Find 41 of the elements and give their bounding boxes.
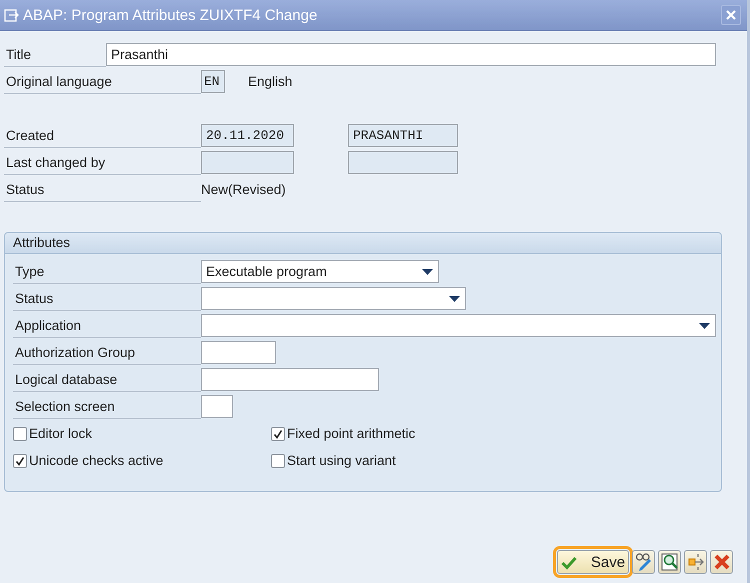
cancel-icon: [712, 553, 730, 571]
window-title: ABAP: Program Attributes ZUIXTF4 Change: [23, 6, 318, 24]
date-field: 20.11.2020: [201, 124, 294, 147]
language-field: EN: [201, 70, 225, 93]
magnifier-icon: [660, 553, 678, 571]
checkbox-label: Unicode checks active: [29, 453, 164, 468]
check-icon: [560, 554, 577, 570]
field-label: Status: [4, 178, 201, 202]
window-icon: [4, 8, 19, 22]
field-label: Last changed by: [4, 150, 201, 174]
status-value: New(Revised): [201, 182, 286, 197]
dropdown-field[interactable]: [201, 314, 716, 337]
input-field[interactable]: [201, 341, 276, 364]
user-field: PRASANTHI: [348, 124, 458, 147]
close-button[interactable]: [721, 5, 741, 25]
dropdown-arrow-icon: [699, 322, 710, 328]
input-field[interactable]: [201, 395, 233, 418]
language-name: English: [248, 74, 292, 89]
field-label: Original language: [4, 70, 201, 94]
glasses-pencil-icon: [634, 553, 652, 571]
checkbox[interactable]: [271, 426, 285, 440]
dropdown-arrow-icon: [449, 296, 460, 302]
checkbox-label: Editor lock: [29, 426, 92, 441]
cancel-button[interactable]: [710, 550, 733, 574]
field-label: Created: [4, 124, 201, 148]
transfer-icon: [686, 553, 704, 571]
checkbox[interactable]: [271, 454, 285, 468]
glasses-button[interactable]: [632, 550, 655, 574]
find-button[interactable]: [658, 550, 681, 574]
checkbox-label: Start using variant: [287, 453, 396, 468]
dropdown-arrow-icon: [422, 268, 433, 274]
title-field[interactable]: Prasanthi: [106, 43, 716, 66]
group-header: Attributes: [5, 233, 721, 254]
dropdown-field[interactable]: [201, 287, 466, 310]
checkbox-label: Fixed point arithmetic: [287, 426, 416, 441]
checkbox[interactable]: [13, 454, 27, 468]
checkbox[interactable]: [13, 426, 27, 440]
transfer-button[interactable]: [684, 550, 707, 574]
close-icon: [725, 9, 737, 21]
dropdown-field[interactable]: Executable program: [201, 260, 439, 283]
input-field[interactable]: [201, 368, 379, 391]
